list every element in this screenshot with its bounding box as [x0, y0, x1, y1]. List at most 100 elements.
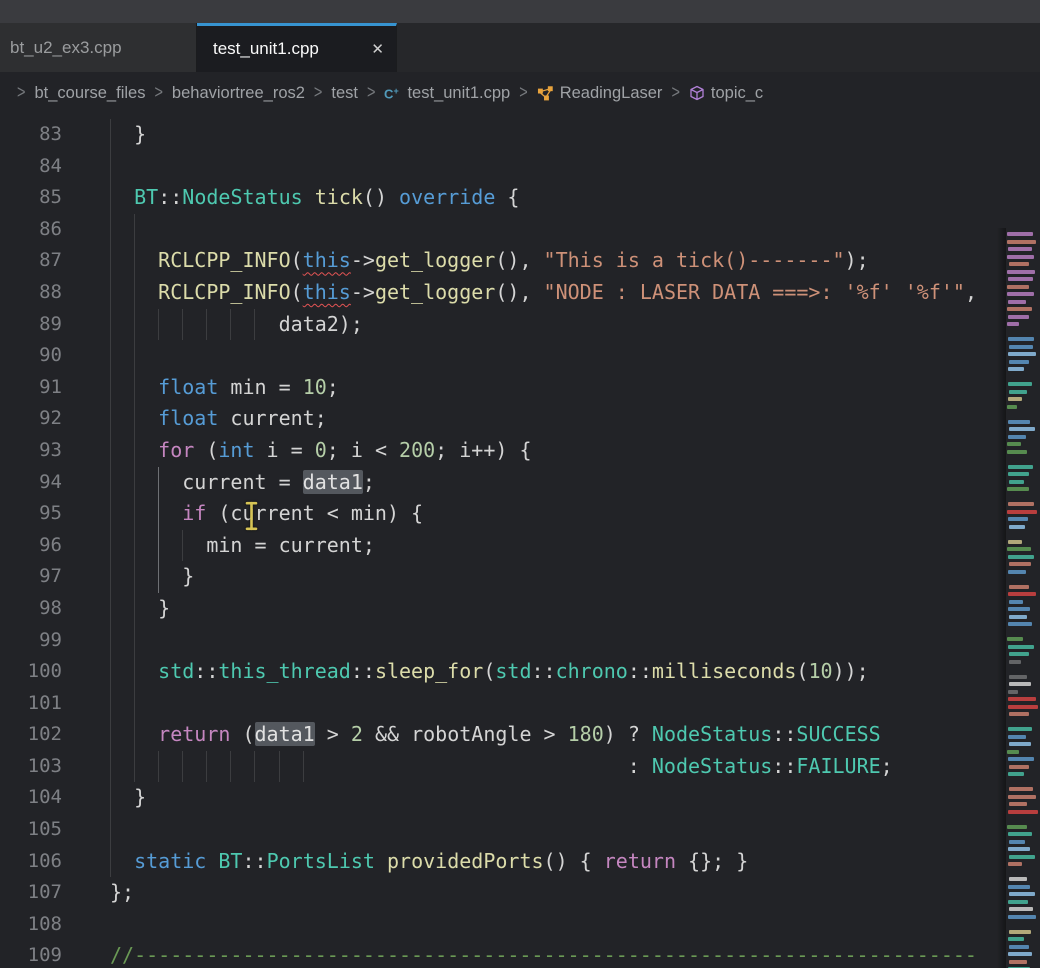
line-number[interactable]: 93	[0, 435, 62, 467]
code-token: ;	[881, 754, 893, 778]
line-number[interactable]: 99	[0, 625, 62, 657]
minimap[interactable]	[1006, 228, 1040, 968]
line-number[interactable]: 107	[0, 877, 62, 909]
line-number[interactable]: 95	[0, 498, 62, 530]
code-line-content[interactable]: std::this_thread::sleep_for(std::chrono:…	[62, 656, 1006, 688]
code-line-content[interactable]	[62, 625, 1006, 657]
code-line-content[interactable]: data2);	[62, 309, 1006, 341]
minimap-line	[1009, 892, 1035, 896]
line-number[interactable]: 91	[0, 372, 62, 404]
breadcrumb-label: topic_c	[711, 84, 763, 103]
line-number[interactable]: 98	[0, 593, 62, 625]
line-number[interactable]: 103	[0, 751, 62, 783]
code-line-content[interactable]: min = current;	[62, 530, 1006, 562]
minimap-line	[1008, 697, 1036, 701]
indent-guide	[110, 119, 111, 151]
line-number[interactable]: 97	[0, 561, 62, 593]
code-line-content[interactable]	[62, 151, 1006, 183]
minimap-line	[1008, 937, 1024, 941]
line-number[interactable]: 105	[0, 814, 62, 846]
code-line-content[interactable]	[62, 909, 1006, 941]
line-number[interactable]: 90	[0, 340, 62, 372]
line-number[interactable]: 109	[0, 940, 62, 968]
line-number[interactable]: 102	[0, 719, 62, 751]
line-number[interactable]: 92	[0, 403, 62, 435]
minimap-line	[1008, 540, 1022, 544]
code-line-content[interactable]: //--------------------------------------…	[62, 940, 1006, 968]
code-line-content[interactable]: RCLCPP_INFO(this->get_logger(), "NODE : …	[62, 277, 1006, 309]
close-icon[interactable]: ✕	[371, 42, 384, 57]
line-number[interactable]: 87	[0, 245, 62, 277]
line-number[interactable]: 83	[0, 119, 62, 151]
code-token: this_thread	[218, 659, 350, 683]
code-line-content[interactable]: };	[62, 877, 1006, 909]
tab-bt-u2-ex3-cpp[interactable]: bt_u2_ex3.cpp	[0, 23, 197, 72]
indent-guide	[134, 245, 135, 277]
minimap-line	[1009, 262, 1029, 266]
code-token: (	[230, 722, 254, 746]
line-number[interactable]: 85	[0, 182, 62, 214]
code-line-content[interactable]: if (current < min) {	[62, 498, 1006, 530]
code-line-content[interactable]: }	[62, 561, 1006, 593]
indent-guide	[230, 309, 231, 341]
code-line-content[interactable]: RCLCPP_INFO(this->get_logger(), "This is…	[62, 245, 1006, 277]
breadcrumb-item-topic-c[interactable]: topic_c	[689, 84, 763, 103]
code-line-content[interactable]: }	[62, 593, 1006, 625]
code-token: BT	[134, 185, 158, 209]
line-number[interactable]: 108	[0, 909, 62, 941]
indent-guide	[134, 688, 135, 720]
indent-guide	[110, 245, 111, 277]
code-line-content[interactable]	[62, 814, 1006, 846]
code-line-content[interactable]	[62, 214, 1006, 246]
minimap-line	[1009, 802, 1027, 806]
code-token: min = current;	[110, 533, 375, 557]
code-line-content[interactable]: for (int i = 0; i < 200; i++) {	[62, 435, 1006, 467]
code-token: (	[194, 438, 218, 462]
line-number[interactable]: 84	[0, 151, 62, 183]
code-line-content[interactable]: }	[62, 119, 1006, 151]
indent-guide	[158, 751, 159, 783]
code-token: current =	[110, 470, 303, 494]
line-number[interactable]: 104	[0, 782, 62, 814]
code-token: ::	[351, 659, 375, 683]
breadcrumb-item-test-unit1-cpp[interactable]: C+test_unit1.cpp	[384, 84, 510, 103]
breadcrumb-item-test[interactable]: test	[331, 84, 358, 103]
minimap-line	[1009, 615, 1027, 619]
code-line-content[interactable]: static BT::PortsList providedPorts() { r…	[62, 846, 1006, 878]
minimap-line	[1008, 832, 1032, 836]
code-line-content[interactable]: }	[62, 782, 1006, 814]
breadcrumb-item-bt-course-files[interactable]: bt_course_files	[34, 84, 145, 103]
line-number[interactable]: 101	[0, 688, 62, 720]
line-number[interactable]: 96	[0, 530, 62, 562]
breadcrumb-label: bt_course_files	[34, 84, 145, 103]
breadcrumb-item-readinglaser[interactable]: ReadingLaser	[537, 84, 663, 103]
line-number[interactable]: 86	[0, 214, 62, 246]
line-number[interactable]: 100	[0, 656, 62, 688]
chevron-right-icon: >	[314, 83, 322, 103]
code-line-content[interactable]	[62, 688, 1006, 720]
code-token: BT	[218, 849, 242, 873]
code-line-content[interactable]: current = data1;	[62, 467, 1006, 499]
code-line-content[interactable]	[62, 340, 1006, 372]
indent-guide	[134, 403, 135, 435]
minimap-line	[1008, 300, 1026, 304]
line-number[interactable]: 88	[0, 277, 62, 309]
code-line-86: 86	[0, 214, 1006, 246]
code-line-content[interactable]: : NodeStatus::FAILURE;	[62, 751, 1006, 783]
indent-guide	[134, 277, 135, 309]
line-number[interactable]: 106	[0, 846, 62, 878]
code-line-content[interactable]: float current;	[62, 403, 1006, 435]
line-number[interactable]: 94	[0, 467, 62, 499]
code-token: ::	[772, 754, 796, 778]
breadcrumb-item-behaviortree-ros2[interactable]: behaviortree_ros2	[172, 84, 305, 103]
tab-test-unit1-cpp[interactable]: test_unit1.cpp ✕	[197, 23, 397, 72]
minimap-line	[1009, 682, 1031, 686]
minimap-line	[1007, 450, 1027, 454]
minimap-line	[1008, 885, 1030, 889]
minimap-line	[1008, 690, 1018, 694]
code-line-content[interactable]: BT::NodeStatus tick() override {	[62, 182, 1006, 214]
line-number[interactable]: 89	[0, 309, 62, 341]
code-line-content[interactable]: return (data1 > 2 && robotAngle > 180) ?…	[62, 719, 1006, 751]
minimap-line	[1008, 645, 1034, 649]
code-line-content[interactable]: float min = 10;	[62, 372, 1006, 404]
